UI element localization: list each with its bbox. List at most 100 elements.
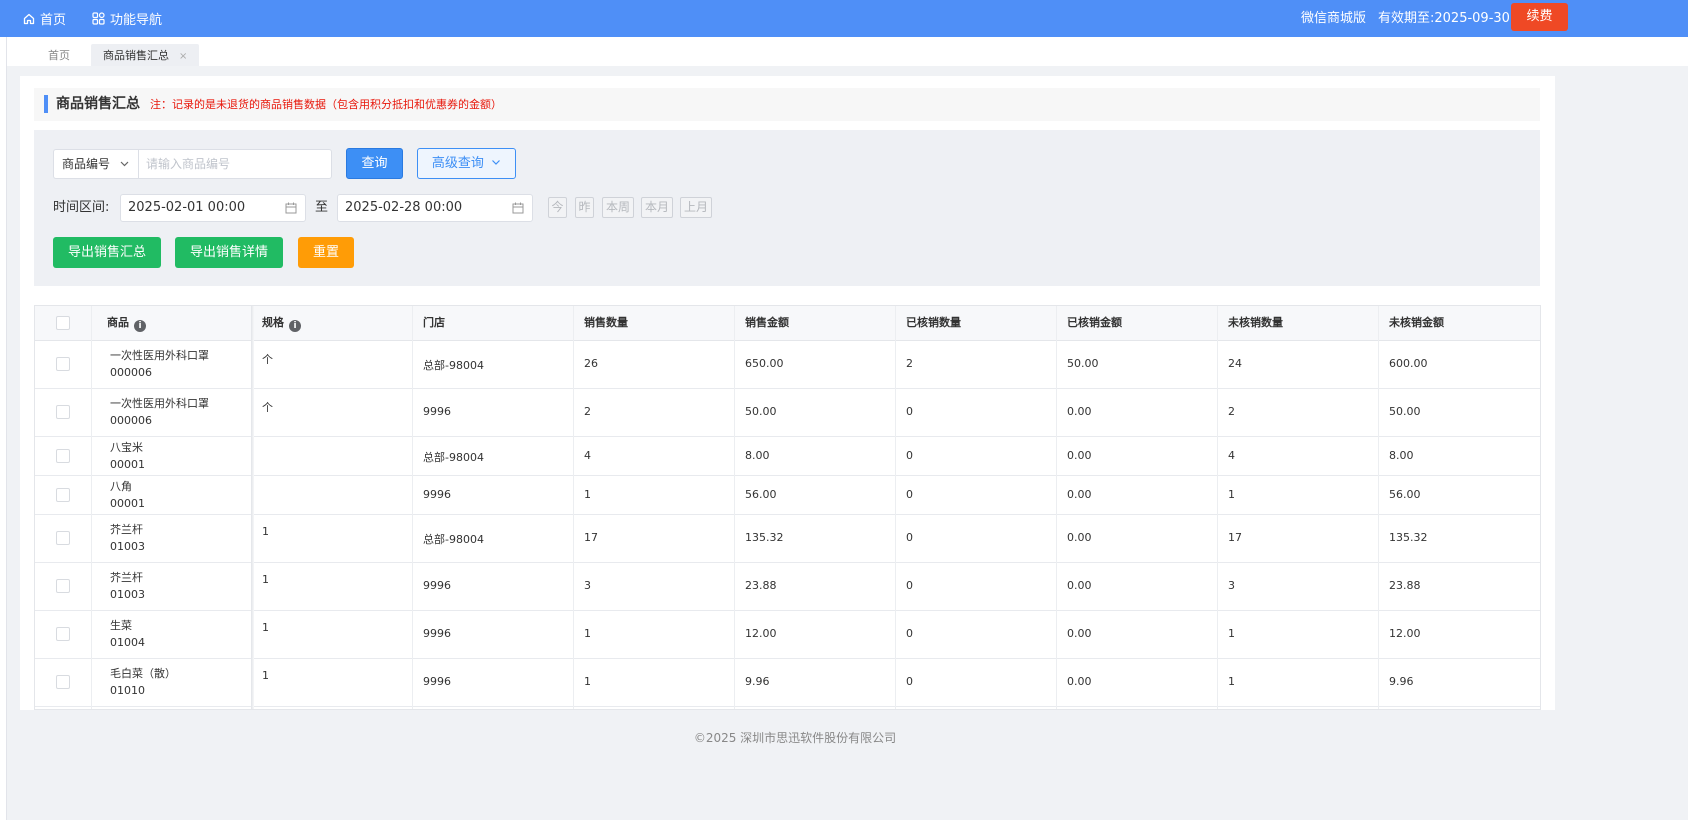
- unver-amt-cell: 8.00: [1389, 449, 1414, 462]
- product-name: 生菜: [110, 619, 132, 632]
- ver-amt-cell: 0.00: [1067, 405, 1092, 418]
- spec-cell: 1: [262, 573, 269, 586]
- ver-qty-cell: 0: [906, 531, 913, 544]
- ver-amt-cell: 0.00: [1067, 627, 1092, 640]
- column-divider: [412, 306, 413, 709]
- qty-cell: 26: [584, 357, 598, 370]
- renew-button[interactable]: 续费: [1511, 3, 1568, 31]
- table-row: 八角 00001 9996 1 56.00 0 0.00 1 56.00: [35, 476, 1540, 515]
- spec-cell: 个: [262, 353, 273, 366]
- product-code: 000006: [110, 414, 152, 427]
- product-code: 00001: [110, 458, 145, 471]
- row-checkbox[interactable]: [56, 579, 70, 593]
- search-field-select-value: 商品编号: [62, 157, 111, 171]
- unver-amt-cell: 135.32: [1389, 531, 1428, 544]
- store-cell: 9996: [423, 405, 451, 418]
- qty-cell: 3: [584, 579, 591, 592]
- tab-sales-summary[interactable]: 商品销售汇总 ×: [91, 44, 200, 67]
- amount-cell: 23.88: [745, 579, 777, 592]
- row-checkbox[interactable]: [56, 488, 70, 502]
- date-to-value: 2025-02-28 00:00: [345, 200, 463, 215]
- date-to-input[interactable]: 2025-02-28 00:00: [337, 194, 533, 222]
- footer-copyright: ©2025 深圳市思迅软件股份有限公司: [693, 731, 897, 745]
- export-detail-button[interactable]: 导出销售详情: [175, 237, 283, 268]
- query-button[interactable]: 查询: [346, 148, 403, 179]
- store-cell: 总部-98004: [423, 533, 484, 546]
- search-input[interactable]: 请输入商品编号: [138, 149, 332, 179]
- product-code: 01003: [110, 540, 145, 553]
- product-code: 000006: [110, 366, 152, 379]
- tab-home[interactable]: 首页: [36, 44, 82, 67]
- product-name: 芥兰杆: [110, 571, 143, 584]
- table-row: 一次性医用外科口罩 000006 个 总部-98004 26 650.00 2 50.00 24…: [35, 341, 1540, 389]
- header-product-label: 商品: [107, 316, 129, 329]
- ver-qty-cell: 0: [906, 449, 913, 462]
- select-all-checkbox[interactable]: [56, 316, 70, 330]
- unver-amt-cell: 9.96: [1389, 675, 1414, 688]
- row-checkbox[interactable]: [56, 531, 70, 545]
- page-title: 商品销售汇总: [56, 96, 140, 112]
- ver-amt-cell: 0.00: [1067, 531, 1092, 544]
- header-verified-qty: 已核销数量: [906, 316, 961, 329]
- row-checkbox[interactable]: [56, 449, 70, 463]
- table-row: 毛白菜（散） 01010 1 9996 1 9.96 0 0.00 1 9.96: [35, 659, 1540, 707]
- product-name: 八宝米: [110, 441, 143, 454]
- product-code: 01003: [110, 588, 145, 601]
- quick-this-week-button[interactable]: 本周: [602, 197, 634, 218]
- ver-qty-cell: 2: [906, 357, 913, 370]
- search-field-select[interactable]: 商品编号: [53, 149, 138, 179]
- amount-cell: 56.00: [745, 488, 777, 501]
- row-checkbox[interactable]: [56, 675, 70, 689]
- column-divider: [1378, 306, 1379, 709]
- row-checkbox[interactable]: [56, 627, 70, 641]
- spec-cell: 1: [262, 621, 269, 634]
- spec-cell: 个: [262, 401, 273, 414]
- to-label: 至: [315, 200, 329, 215]
- advanced-query-button[interactable]: 高级查询: [417, 148, 516, 179]
- ver-qty-cell: 0: [906, 405, 913, 418]
- header-sales-amount: 销售金额: [745, 316, 789, 329]
- reset-button[interactable]: 重置: [298, 237, 354, 268]
- date-from-input[interactable]: 2025-02-01 00:00: [120, 194, 306, 222]
- table-row: 生菜 01004 1 9996 1 12.00 0 0.00 1 12.00: [35, 611, 1540, 659]
- info-icon[interactable]: i: [289, 320, 301, 332]
- amount-cell: 12.00: [745, 627, 777, 640]
- grid-icon: [92, 12, 105, 25]
- store-cell: 9996: [423, 675, 451, 688]
- column-divider: [573, 306, 574, 709]
- amount-cell: 9.96: [745, 675, 770, 688]
- quick-today-button[interactable]: 今: [548, 197, 567, 218]
- unver-qty-cell: 1: [1228, 627, 1235, 640]
- ver-amt-cell: 0.00: [1067, 579, 1092, 592]
- page-title-bar: 商品销售汇总 注：记录的是未退货的商品销售数据（包含用积分抵扣和优惠券的金额）: [34, 88, 1540, 121]
- quick-yesterday-button[interactable]: 昨: [575, 197, 594, 218]
- column-divider: [1217, 306, 1218, 709]
- row-checkbox[interactable]: [56, 357, 70, 371]
- unver-amt-cell: 50.00: [1389, 405, 1421, 418]
- ver-qty-cell: 0: [906, 675, 913, 688]
- unver-amt-cell: 12.00: [1389, 627, 1421, 640]
- quick-last-month-button[interactable]: 上月: [680, 197, 712, 218]
- ver-amt-cell: 0.00: [1067, 449, 1092, 462]
- column-divider: [1056, 306, 1057, 709]
- title-accent: [44, 95, 48, 113]
- store-cell: 9996: [423, 579, 451, 592]
- nav-home[interactable]: 首页: [23, 0, 66, 37]
- spec-cell: 1: [262, 525, 269, 538]
- quick-this-month-button[interactable]: 本月: [641, 197, 673, 218]
- ver-amt-cell: 0.00: [1067, 488, 1092, 501]
- nav-function[interactable]: 功能导航: [92, 0, 162, 37]
- ver-qty-cell: 0: [906, 627, 913, 640]
- store-cell: 9996: [423, 488, 451, 501]
- header-sales-qty: 销售数量: [584, 316, 628, 329]
- unver-amt-cell: 600.00: [1389, 357, 1428, 370]
- date-from-value: 2025-02-01 00:00: [128, 200, 246, 215]
- row-checkbox[interactable]: [56, 405, 70, 419]
- export-summary-button[interactable]: 导出销售汇总: [53, 237, 161, 268]
- info-icon[interactable]: i: [134, 320, 146, 332]
- nav-function-label: 功能导航: [110, 13, 163, 28]
- close-icon[interactable]: ×: [179, 51, 187, 62]
- product-cell: 八角 00001: [110, 478, 145, 512]
- product-name: 毛白菜（散）: [110, 667, 176, 680]
- product-code: 01010: [110, 684, 145, 697]
